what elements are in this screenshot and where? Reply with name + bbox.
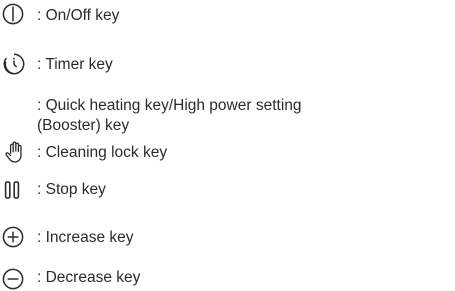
legend-item-decrease: : Decrease key [37, 269, 141, 286]
plus-circle-icon [2, 226, 24, 248]
legend-item-increase: : Increase key [37, 229, 134, 246]
legend-item-cleaning-lock: : Cleaning lock key [37, 144, 168, 161]
legend-item-on-off: : On/Off key [37, 7, 120, 24]
legend-item-stop: : Stop key [37, 181, 106, 198]
power-icon [2, 3, 24, 25]
booster-icon [2, 96, 24, 118]
minus-circle-icon [2, 268, 24, 290]
timer-icon [2, 52, 26, 76]
pause-icon [2, 179, 24, 201]
legend-item-booster: : Quick heating key/High power setting (… [37, 97, 302, 134]
hand-lock-icon [4, 140, 26, 164]
legend-item-timer: : Timer key [37, 56, 113, 73]
